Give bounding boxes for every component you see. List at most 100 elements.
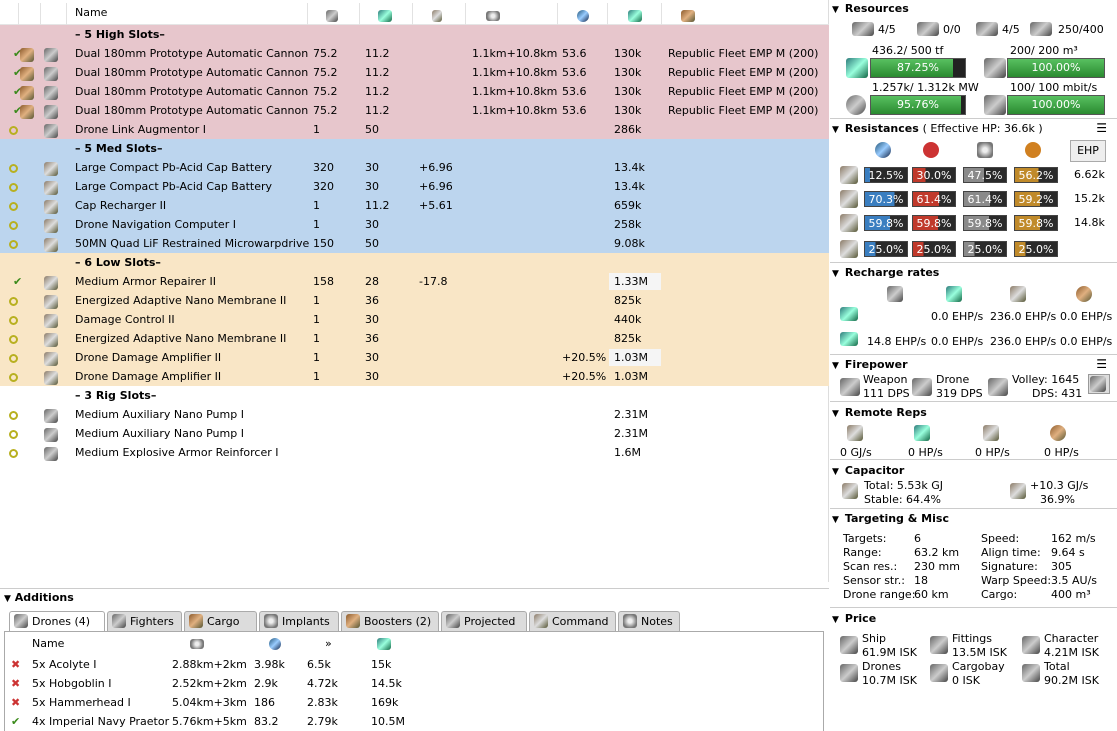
module-c2: 30: [365, 161, 379, 174]
module-row[interactable]: Medium Auxiliary Nano Pump I 2.31M: [0, 405, 829, 424]
tab-fighters[interactable]: Fighters: [107, 611, 182, 631]
range-column-icon[interactable]: [486, 6, 500, 25]
price-column-icon[interactable]: [628, 6, 642, 25]
passive-state-icon[interactable]: [6, 329, 20, 348]
drones-column-name[interactable]: Name: [32, 634, 64, 653]
reinforced-hull: 236.0 EHP/s: [990, 310, 1057, 323]
target-value: 18: [914, 574, 928, 587]
module-row[interactable]: Drone Navigation Computer I 1 30 258k: [0, 215, 829, 234]
module-row[interactable]: Cap Recharger II 1 11.2 +5.61 659k: [0, 196, 829, 215]
charge-column-icon[interactable]: [681, 6, 695, 25]
targeting-title[interactable]: Targeting & Misc: [832, 512, 949, 525]
module-c6: 1.03M: [614, 351, 648, 364]
module-row[interactable]: ✔ Dual 180mm Prototype Automatic Cannon 75…: [0, 63, 829, 82]
dps-column-icon[interactable]: [269, 634, 281, 653]
drone-dps: 3.98k: [254, 658, 285, 671]
inactive-x-icon[interactable]: ✖: [11, 674, 20, 693]
module-row[interactable]: ✔ Dual 180mm Prototype Automatic Cannon 75…: [0, 44, 829, 63]
passive-state-icon[interactable]: [6, 291, 20, 310]
module-row[interactable]: Energized Adaptive Nano Membrane II 1 36 82…: [0, 291, 829, 310]
module-icon: [44, 405, 62, 424]
firepower-menu-icon[interactable]: ☰: [1096, 357, 1107, 371]
passive-state-icon[interactable]: [6, 443, 20, 462]
resistances-menu-icon[interactable]: ☰: [1096, 121, 1107, 135]
damage-pattern-button[interactable]: [1088, 374, 1110, 394]
module-c3: -17.8: [419, 275, 448, 288]
drone-row[interactable]: ✔ 4x Imperial Navy Praetor 5.76km+5km 83.2 2…: [5, 712, 823, 731]
drone-row[interactable]: ✖ 5x Hobgoblin I 2.52km+2km 2.9k 4.72k 14.5k: [5, 674, 823, 693]
module-icon: [44, 310, 62, 329]
module-row[interactable]: ✔ Dual 180mm Prototype Automatic Cannon 75…: [0, 101, 829, 120]
module-row[interactable]: Medium Explosive Armor Reinforcer I 1.6M: [0, 443, 829, 462]
tab-implants[interactable]: Implants: [259, 611, 339, 631]
tab-notes[interactable]: Notes: [618, 611, 680, 631]
drones-header: Name »: [5, 634, 823, 653]
module-row[interactable]: Drone Damage Amplifier II 1 30 +20.5% 1.03M: [0, 348, 829, 367]
price-value: 90.2M ISK: [1044, 674, 1099, 687]
passive-state-icon[interactable]: [6, 177, 20, 196]
inactive-x-icon[interactable]: ✖: [11, 655, 20, 674]
passive-state-icon[interactable]: [6, 158, 20, 177]
price-label: Drones: [862, 660, 901, 673]
module-c6: 659k: [614, 199, 642, 212]
tab-boosters[interactable]: Boosters (2): [341, 611, 439, 631]
recharge-title[interactable]: Recharge rates: [832, 266, 939, 279]
powergrid-bar: 95.76%: [870, 95, 966, 115]
capacitor-column-icon[interactable]: [432, 6, 442, 25]
price-column-icon[interactable]: [377, 634, 391, 653]
module-row[interactable]: 50MN Quad LiF Restrained Microwarpdrive 1…: [0, 234, 829, 253]
module-name: Dual 180mm Prototype Automatic Cannon: [75, 47, 309, 60]
module-row[interactable]: ✔ Dual 180mm Prototype Automatic Cannon 75…: [0, 82, 829, 101]
price-title[interactable]: Price: [832, 612, 876, 625]
passive-state-icon[interactable]: [6, 424, 20, 443]
column-name[interactable]: Name: [75, 3, 107, 22]
drone-row[interactable]: ✖ 5x Acolyte I 2.88km+2km 3.98k 6.5k 15k: [5, 655, 823, 674]
firepower-title[interactable]: Firepower: [832, 358, 908, 371]
range-column-icon[interactable]: [190, 634, 204, 653]
module-row[interactable]: Drone Damage Amplifier II 1 30 +20.5% 1.03M: [0, 367, 829, 386]
passive-state-icon[interactable]: [6, 215, 20, 234]
cpu-column-icon[interactable]: [326, 6, 338, 25]
passive-state-icon[interactable]: [6, 234, 20, 253]
resources-title[interactable]: Resources: [832, 2, 909, 15]
remote-reps-title[interactable]: Remote Reps: [832, 406, 927, 419]
additions-title[interactable]: ▼ Additions: [4, 591, 74, 604]
capacitor-title[interactable]: Capacitor: [832, 464, 904, 477]
inactive-x-icon[interactable]: ✖: [11, 693, 20, 712]
speed-column-icon[interactable]: »: [325, 634, 332, 653]
passive-state-icon[interactable]: [6, 405, 20, 424]
rack-header: – 5 High Slots–: [0, 25, 829, 44]
module-name: Dual 180mm Prototype Automatic Cannon: [75, 104, 309, 117]
drone-row[interactable]: ✖ 5x Hammerhead I 5.04km+3km 186 2.83k 169k: [5, 693, 823, 712]
tab-projected[interactable]: Projected: [441, 611, 527, 631]
module-row[interactable]: ✔ Medium Armor Repairer II 158 28 -17.8 1.33M: [0, 272, 829, 291]
rack-header: – 6 Low Slots–: [0, 253, 829, 272]
module-row[interactable]: Drone Link Augmentor I 1 50 286k: [0, 120, 829, 139]
passive-state-icon[interactable]: [6, 310, 20, 329]
module-c6: 258k: [614, 218, 642, 231]
module-row[interactable]: Energized Adaptive Nano Membrane II 1 36 82…: [0, 329, 829, 348]
module-c6: 130k: [614, 66, 642, 79]
module-row[interactable]: Large Compact Pb-Acid Cap Battery 320 30 +6…: [0, 177, 829, 196]
active-check-icon[interactable]: ✔: [11, 712, 20, 731]
tab-cargo[interactable]: Cargo: [184, 611, 257, 631]
passive-state-icon[interactable]: [6, 196, 20, 215]
passive-state-icon[interactable]: [6, 367, 20, 386]
misc-value: 3.5 AU/s: [1051, 574, 1098, 587]
ehp-button[interactable]: EHP: [1070, 140, 1106, 162]
passive-state-icon[interactable]: [6, 348, 20, 367]
powergrid-column-icon[interactable]: [378, 6, 392, 25]
rack-label: – 3 Rig Slots–: [75, 389, 157, 402]
tab-command[interactable]: Command: [529, 611, 616, 631]
module-row[interactable]: Damage Control II 1 30 440k: [0, 310, 829, 329]
passive-state-icon[interactable]: [6, 120, 20, 139]
module-c1: 75.2: [313, 66, 338, 79]
resistances-title[interactable]: Resistances ( Effective HP: 36.6k ): [832, 122, 1043, 135]
module-row[interactable]: Medium Auxiliary Nano Pump I 2.31M: [0, 424, 829, 443]
module-name: Drone Damage Amplifier II: [75, 370, 222, 383]
sustained-hull: 236.0 EHP/s: [990, 335, 1057, 348]
tab-drones[interactable]: Drones (4): [9, 611, 105, 632]
module-row[interactable]: Large Compact Pb-Acid Cap Battery 320 30 +6…: [0, 158, 829, 177]
drone-name: 5x Hammerhead I: [32, 696, 131, 709]
dps-column-icon[interactable]: [577, 6, 589, 25]
